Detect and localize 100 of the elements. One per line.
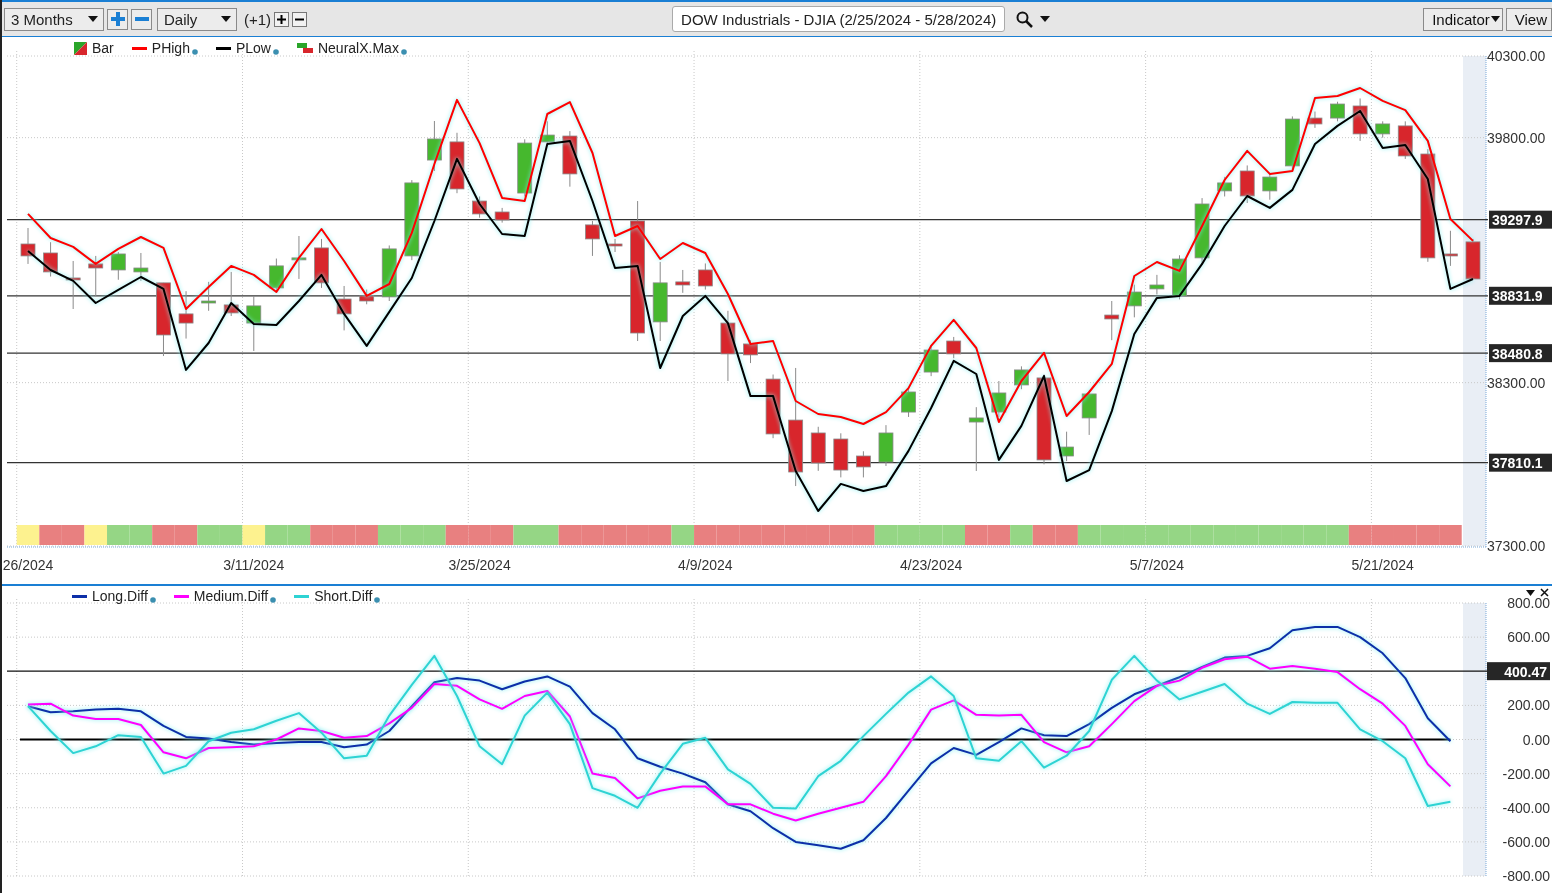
plus-icon <box>277 14 287 24</box>
chart-title[interactable]: DOW Industrials - DJIA (2/25/2024 - 5/28/2024) <box>672 6 1006 32</box>
candlestick <box>223 271 239 317</box>
dot-icon[interactable] <box>272 49 279 55</box>
candlestick <box>1239 164 1255 204</box>
date-label: 4/23/2024 <box>900 557 963 573</box>
candlestick <box>968 406 984 472</box>
line-legend-icon <box>173 594 189 598</box>
caret-icon[interactable] <box>1526 589 1535 596</box>
value-tag: 400.47 <box>1487 662 1550 681</box>
candlestick <box>1465 238 1481 280</box>
ref-line-label: 38480.8 <box>1492 345 1543 362</box>
axis-label: -400.00 <box>1502 799 1550 816</box>
step-legend-icon <box>296 43 313 53</box>
axis-label: -200.00 <box>1502 765 1550 782</box>
toolbar-button[interactable]: View <box>1505 7 1552 31</box>
candlestick <box>1081 390 1097 436</box>
candlestick <box>923 344 939 377</box>
candlestick <box>291 235 307 280</box>
dot-icon[interactable] <box>149 597 156 603</box>
candlestick <box>810 426 826 472</box>
candlestick <box>743 339 758 364</box>
price-tag: 39297.9 <box>1489 210 1552 229</box>
candlestick <box>449 132 465 194</box>
dot-icon[interactable] <box>374 597 381 603</box>
candlestick <box>1149 274 1165 295</box>
price-tag: 38831.9 <box>1489 286 1552 305</box>
candlestick <box>1126 284 1142 318</box>
date-label: 3/11/2024 <box>223 557 285 573</box>
candlestick <box>607 238 623 253</box>
legend-label: NeuralX.Max <box>317 40 399 56</box>
candlestick <box>1307 111 1323 129</box>
candlestick <box>472 195 487 219</box>
zoom-out-button[interactable] <box>131 8 152 30</box>
close-icon[interactable] <box>1540 588 1549 597</box>
candlestick <box>178 290 194 340</box>
ref-line-label: 400.47 <box>1504 663 1548 680</box>
date-label: 26/2024 <box>2 557 54 573</box>
candlestick <box>585 220 600 257</box>
axis-label: 40300.00 <box>1487 48 1546 64</box>
caret-icon <box>1490 16 1500 22</box>
price-tag: 38480.8 <box>1489 344 1552 363</box>
axis-label: -600.00 <box>1502 833 1550 850</box>
candlestick <box>517 138 533 197</box>
candlestick <box>314 238 329 289</box>
line-legend-icon <box>72 594 87 598</box>
candlestick <box>88 255 104 297</box>
candlestick <box>1104 300 1120 341</box>
candlestick <box>720 310 736 382</box>
candlestick <box>946 336 962 359</box>
toolbar-button[interactable]: Indicator <box>1423 7 1503 31</box>
legend-label: PLow <box>235 40 271 56</box>
price-tag: 37810.1 <box>1489 453 1552 472</box>
axis-label: 0.00 <box>1522 731 1550 748</box>
candlestick <box>562 130 578 188</box>
candle-legend-icon <box>74 41 87 55</box>
axis-label: 39800.00 <box>1487 129 1546 146</box>
line-legend-icon <box>131 46 147 50</box>
candlestick <box>1262 173 1278 201</box>
dot-icon[interactable] <box>270 597 277 603</box>
offset-label: (+1) <box>244 10 272 28</box>
axis-label: 800.00 <box>1507 595 1550 611</box>
candlestick <box>201 281 217 312</box>
candlestick <box>1375 120 1391 139</box>
axis-label: 38300.00 <box>1487 374 1546 391</box>
axis-label: 200.00 <box>1507 697 1550 714</box>
increase-button[interactable] <box>274 11 290 27</box>
legend-label: Long.Diff <box>92 588 148 604</box>
candlestick <box>1330 101 1345 122</box>
candlestick <box>336 285 352 331</box>
date-label: 5/7/2024 <box>1129 557 1185 573</box>
dot-icon[interactable] <box>400 49 407 55</box>
plus-icon <box>110 12 125 26</box>
candlestick <box>991 380 1007 418</box>
line-legend-icon <box>215 46 231 50</box>
candlestick <box>65 260 81 310</box>
ref-line-label: 38831.9 <box>1492 288 1543 305</box>
date-label: 3/25/2024 <box>448 557 511 573</box>
candlestick <box>1352 97 1368 142</box>
decrease-button[interactable] <box>292 11 308 27</box>
candlestick <box>43 241 58 277</box>
dot-icon[interactable] <box>191 49 198 55</box>
search-icon[interactable] <box>1016 10 1034 28</box>
candlestick <box>1194 197 1210 266</box>
interval-dropdown[interactable]: Daily <box>157 7 237 31</box>
candlestick <box>697 262 713 291</box>
ref-line-label: 39297.9 <box>1492 212 1543 229</box>
axis-label: 600.00 <box>1507 629 1550 646</box>
ref-line-label: 37810.1 <box>1492 455 1543 472</box>
period-dropdown[interactable]: 3 Months <box>4 7 104 31</box>
candlestick <box>1443 230 1458 267</box>
candlestick <box>765 374 781 439</box>
zoom-in-button[interactable] <box>107 8 128 30</box>
candlestick <box>110 251 126 281</box>
candlestick <box>133 252 149 282</box>
candlestick <box>1059 431 1074 462</box>
axis-label: -800.00 <box>1502 868 1550 884</box>
caret-icon[interactable] <box>1040 16 1051 22</box>
candlestick <box>268 258 284 292</box>
candlestick <box>1014 365 1029 390</box>
